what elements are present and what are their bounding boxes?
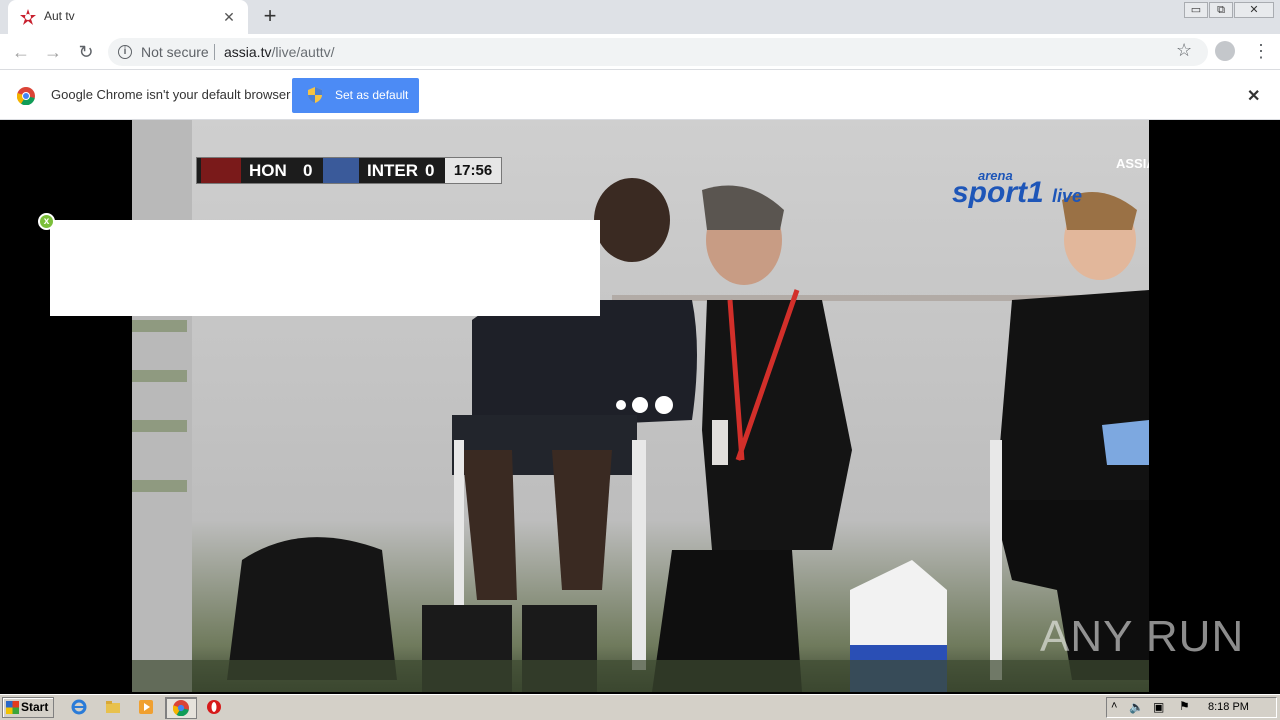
divider — [214, 44, 215, 60]
taskbar-clock[interactable]: 8:18 PM — [1208, 701, 1249, 713]
tab-title: Aut tv — [44, 9, 75, 23]
restore-button[interactable]: ⧉ — [1209, 2, 1233, 18]
away-team: INTER — [367, 161, 418, 180]
volume-icon[interactable]: 🔈 — [1129, 700, 1144, 714]
tray-expand-icon[interactable]: ˄ — [1111, 700, 1117, 712]
browser-toolbar: ← → ↻ i Not secure assia.tv/live/auttv/ — [0, 34, 1280, 70]
match-badge-icon — [323, 158, 359, 183]
windows-logo-icon — [6, 701, 19, 714]
internet-explorer-icon[interactable] — [71, 699, 87, 715]
anyrun-watermark: ANY RUN — [1040, 612, 1245, 661]
channel-suffix: live — [1052, 186, 1083, 206]
start-button[interactable]: Start — [2, 697, 54, 718]
chrome-logo-icon — [17, 87, 35, 105]
set-as-default-button[interactable]: Set as default — [292, 78, 419, 113]
file-explorer-icon[interactable] — [105, 699, 121, 715]
window-close-button[interactable]: ✕ — [1234, 2, 1274, 18]
site-logo-text: ASSIA.TV — [1116, 156, 1149, 171]
set-as-default-label: Set as default — [335, 88, 409, 102]
league-logo — [201, 158, 241, 183]
infobar-message: Google Chrome isn't your default browser — [51, 87, 291, 102]
chrome-menu-icon[interactable]: ⋮ — [1252, 39, 1270, 63]
assia-favicon-icon — [20, 9, 36, 25]
url-host: assia.tv — [224, 44, 272, 60]
network-icon[interactable]: ▣ — [1153, 700, 1164, 714]
taskbar-chrome-button[interactable] — [165, 697, 197, 719]
home-team: HON — [249, 161, 287, 180]
new-tab-button[interactable]: + — [258, 5, 282, 29]
chrome-icon — [173, 700, 189, 716]
away-score: 0 — [425, 161, 435, 180]
system-tray: ˄ 🔈 ▣ ⚑ — [1106, 697, 1277, 718]
profile-avatar-icon[interactable] — [1215, 41, 1235, 61]
ad-overlay[interactable] — [50, 220, 600, 316]
flag-icon[interactable]: ⚑ — [1179, 699, 1190, 713]
match-clock: 17:56 — [445, 158, 501, 183]
video-player[interactable]: HON 0 INTER 0 17:56 arena sport1 live AS… — [132, 120, 1149, 692]
security-label[interactable]: Not secure — [141, 44, 209, 60]
channel-logo: arena sport1 live — [952, 168, 1083, 210]
start-label: Start — [21, 700, 49, 714]
default-browser-infobar: Google Chrome isn't your default browser… — [0, 70, 1280, 120]
back-button[interactable]: ← — [10, 41, 32, 63]
tab-strip: Aut tv ✕ + ▭ ⧉ ✕ — [0, 0, 1280, 34]
info-icon[interactable]: i — [118, 45, 132, 59]
shield-icon — [308, 87, 322, 103]
opera-icon[interactable] — [206, 699, 222, 715]
channel-prefix: arena — [978, 168, 1013, 183]
loading-dot — [616, 400, 626, 410]
forward-button[interactable]: → — [42, 41, 64, 63]
ad-close-button[interactable]: x — [38, 213, 55, 230]
screen: Aut tv ✕ + ▭ ⧉ ✕ ← → ↻ i Not secure assi… — [0, 0, 1280, 720]
tab-aut-tv[interactable]: Aut tv ✕ — [8, 0, 248, 34]
url-text[interactable]: assia.tv/live/auttv/ — [224, 44, 335, 60]
loading-dot — [654, 396, 673, 414]
loading-indicator — [616, 396, 675, 414]
minimize-button[interactable]: ▭ — [1184, 2, 1208, 18]
scoreboard: HON 0 INTER 0 17:56 — [196, 157, 502, 184]
taskbar: Start ˄ 🔈 ▣ ⚑ 8:18 PM — [0, 694, 1280, 720]
reload-button[interactable]: ↻ — [75, 41, 97, 63]
infobar-close-icon[interactable]: ✕ — [1247, 86, 1260, 106]
tab-close-icon[interactable]: ✕ — [220, 8, 238, 26]
bookmark-star-icon[interactable]: ☆ — [1176, 40, 1192, 61]
loading-dot — [632, 397, 649, 413]
url-path: /live/auttv/ — [271, 44, 335, 60]
address-bar[interactable]: i Not secure assia.tv/live/auttv/ — [108, 38, 1208, 66]
home-score: 0 — [303, 161, 313, 180]
media-player-icon[interactable] — [138, 699, 154, 715]
